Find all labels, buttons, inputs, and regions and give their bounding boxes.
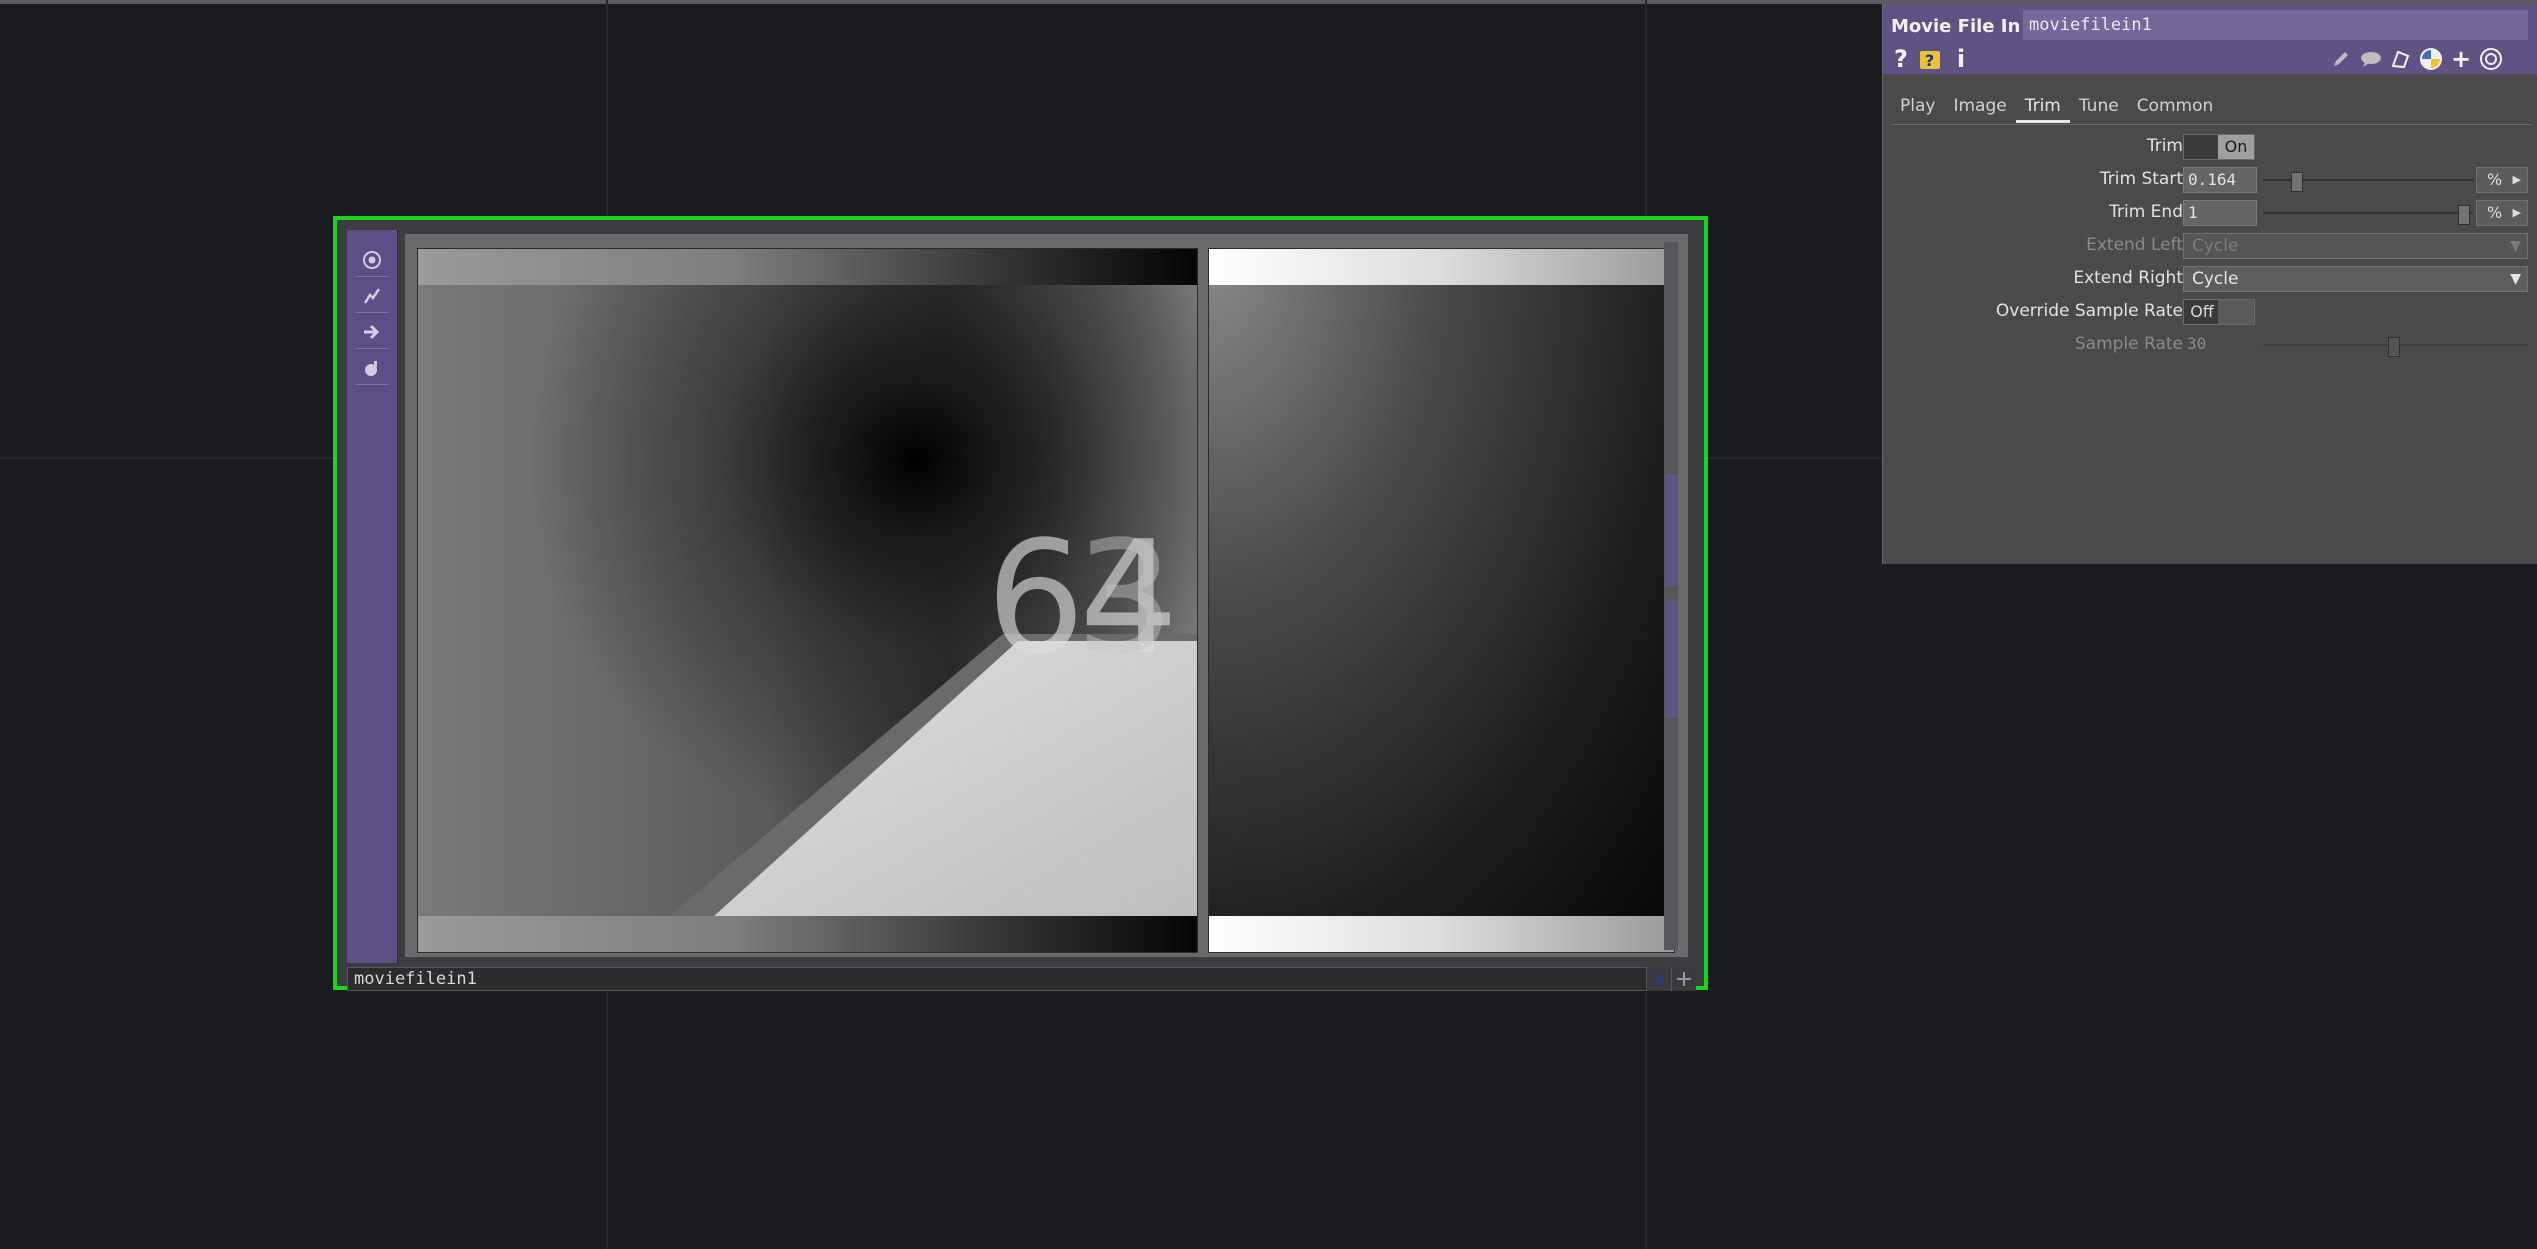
chevron-down-icon: ▼ xyxy=(2510,271,2521,287)
info-icon[interactable]: i xyxy=(1947,45,1975,73)
operator-name-field[interactable]: moviefilein1 xyxy=(2023,10,2528,40)
trim-end-slider[interactable] xyxy=(2263,212,2473,214)
viewer-toggle-icon[interactable] xyxy=(1646,967,1671,991)
unit-label: % xyxy=(2487,170,2503,189)
override-sample-rate-toggle[interactable]: Off xyxy=(2183,299,2255,325)
trim-toggle[interactable]: On xyxy=(2183,134,2255,160)
menu-arrow-icon: ▶ xyxy=(2512,206,2521,219)
target-icon[interactable] xyxy=(2477,46,2505,72)
viewer-active-icon[interactable] xyxy=(355,244,389,277)
clone-icon[interactable] xyxy=(2387,46,2415,72)
tab-tune[interactable]: Tune xyxy=(2070,92,2128,120)
parameter-tabs: Play Image Trim Tune Common xyxy=(1891,92,2222,124)
toggle-off-segment: Off xyxy=(2184,300,2220,324)
param-row-trim-start: Trim Start 0.164 % ▶ xyxy=(1883,165,2537,193)
param-row-trim: Trim On xyxy=(1883,132,2537,160)
python-help-icon[interactable]: ? xyxy=(1917,46,1945,72)
param-row-sample-rate: Sample Rate 30 xyxy=(1883,330,2537,358)
tab-play[interactable]: Play xyxy=(1891,92,1944,120)
toggle-on-segment xyxy=(2218,300,2254,324)
param-label: Override Sample Rate xyxy=(1995,301,2183,321)
arrow-right-icon[interactable] xyxy=(355,316,389,349)
param-row-extend-right: Extend Right Cycle ▼ xyxy=(1883,264,2537,292)
add-icon[interactable]: + xyxy=(2447,45,2475,73)
trim-end-slider-knob[interactable] xyxy=(2458,205,2470,225)
param-row-override-sample-rate: Override Sample Rate Off xyxy=(1883,297,2537,325)
gradient-bar xyxy=(1209,916,1674,952)
parameter-panel: Movie File In moviefilein1 ? ? i + Play … xyxy=(1882,4,2537,564)
param-label: Trim Start xyxy=(2099,169,2183,189)
chevron-down-icon: ▼ xyxy=(2510,238,2521,254)
panel-header: Movie File In moviefilein1 ? ? i + xyxy=(1883,4,2537,74)
node-flag-bar xyxy=(347,230,398,963)
sample-rate-field: 30 xyxy=(2187,334,2207,353)
preview-image-right xyxy=(1208,248,1675,953)
unit-label: % xyxy=(2487,203,2503,222)
edit-icon[interactable] xyxy=(2327,46,2355,72)
viewer-scrollbar[interactable] xyxy=(1664,242,1678,950)
comment-icon[interactable] xyxy=(2357,46,2385,72)
scroll-thumb[interactable] xyxy=(1665,600,1677,718)
bypass-icon[interactable] xyxy=(355,352,389,385)
help-icon[interactable]: ? xyxy=(1887,45,1915,73)
frame-number-overlay: 3 xyxy=(1075,507,1174,689)
node-viewer[interactable]: 64 3 xyxy=(405,234,1688,957)
param-label: Sample Rate xyxy=(2074,334,2183,354)
tab-common[interactable]: Common xyxy=(2128,92,2223,120)
param-row-trim-end: Trim End 1 % ▶ xyxy=(1883,198,2537,226)
node-name-label[interactable]: moviefilein1 xyxy=(347,967,1690,991)
trim-end-unit-menu[interactable]: % ▶ xyxy=(2476,200,2528,226)
gradient-bar xyxy=(418,916,1197,952)
cook-flag-icon[interactable] xyxy=(355,280,389,313)
scroll-thumb[interactable] xyxy=(1665,474,1677,586)
movie-file-in-node[interactable]: 64 3 moviefilein1 xyxy=(333,216,1708,991)
menu-value: Cycle xyxy=(2192,236,2239,256)
extend-left-menu: Cycle ▼ xyxy=(2183,233,2528,259)
sample-rate-slider-knob xyxy=(2388,337,2400,357)
gradient-bar xyxy=(1209,249,1674,285)
toggle-on-segment: On xyxy=(2218,135,2254,159)
trim-start-slider-knob[interactable] xyxy=(2291,172,2303,192)
menu-value: Cycle xyxy=(2192,269,2239,289)
toggle-off-segment xyxy=(2184,135,2220,159)
param-label: Trim xyxy=(2146,136,2183,156)
tab-divider xyxy=(1891,124,2531,125)
extend-right-menu[interactable]: Cycle ▼ xyxy=(2183,266,2528,292)
preview-image-left: 64 3 xyxy=(417,248,1198,953)
param-label: Extend Left xyxy=(2086,235,2183,255)
param-label: Extend Right xyxy=(2073,268,2183,288)
tab-image[interactable]: Image xyxy=(1944,92,2015,120)
param-row-extend-left: Extend Left Cycle ▼ xyxy=(1883,231,2537,259)
operator-type-label: Movie File In xyxy=(1891,16,2021,37)
trim-start-field[interactable]: 0.164 xyxy=(2183,167,2257,193)
pin-icon[interactable] xyxy=(1671,967,1696,991)
trim-end-field[interactable]: 1 xyxy=(2183,200,2257,226)
trim-start-unit-menu[interactable]: % ▶ xyxy=(2476,167,2528,193)
svg-text:?: ? xyxy=(1925,51,1934,70)
python-icon[interactable] xyxy=(2417,46,2445,72)
tab-trim[interactable]: Trim xyxy=(2015,92,2070,123)
param-label: Trim End xyxy=(2109,202,2183,222)
menu-arrow-icon: ▶ xyxy=(2512,173,2521,186)
gradient-bar xyxy=(418,249,1197,285)
